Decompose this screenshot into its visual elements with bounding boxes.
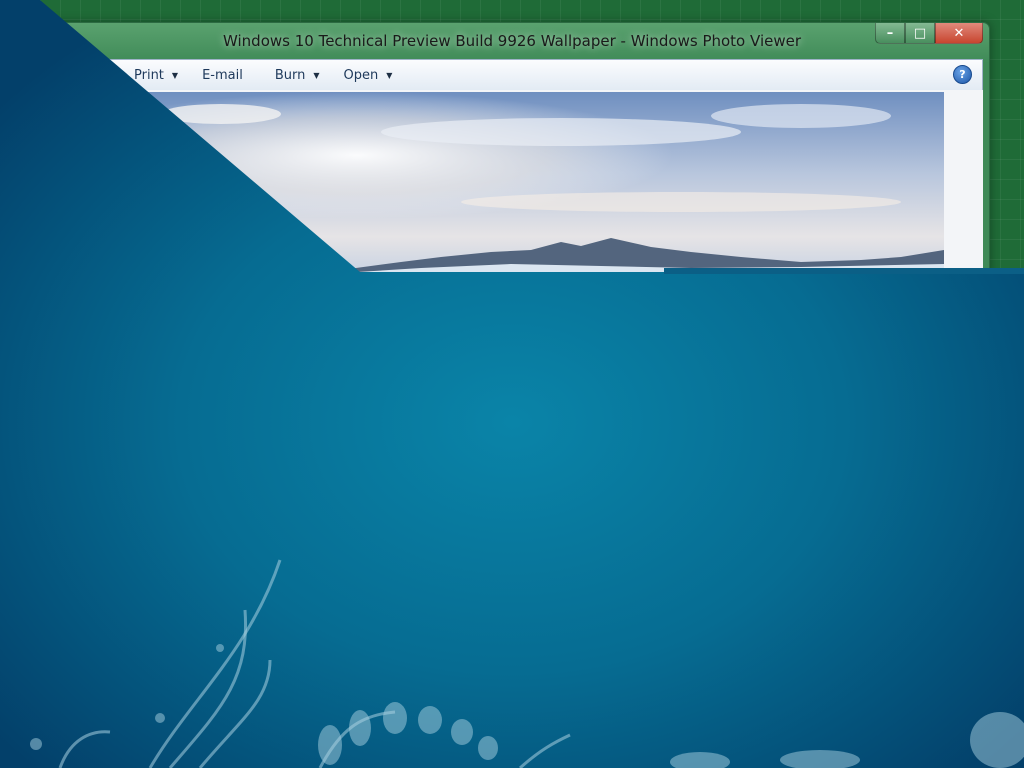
desktop: Windows 10 Technical Preview Build 9926 … bbox=[0, 0, 1024, 768]
teal-wallpaper-overlay bbox=[0, 0, 1024, 768]
